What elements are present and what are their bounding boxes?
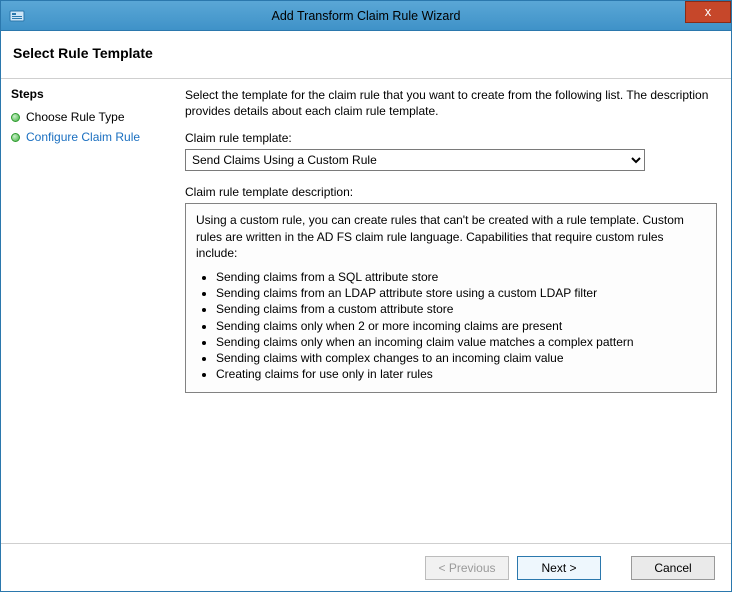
description-bullet: Sending claims with complex changes to a…	[216, 350, 706, 366]
wizard-header: Select Rule Template	[1, 31, 731, 79]
template-label: Claim rule template:	[185, 131, 717, 145]
next-button[interactable]: Next >	[517, 556, 601, 580]
claim-rule-template-select[interactable]: Send Claims Using a Custom Rule	[185, 149, 645, 171]
description-label: Claim rule template description:	[185, 185, 717, 199]
titlebar: Add Transform Claim Rule Wizard x	[1, 1, 731, 31]
step-dot-icon	[11, 133, 20, 142]
step-label: Choose Rule Type	[26, 110, 125, 124]
cancel-button[interactable]: Cancel	[631, 556, 715, 580]
steps-heading: Steps	[11, 87, 169, 101]
template-description-box: Using a custom rule, you can create rule…	[185, 203, 717, 393]
step-choose-rule-type[interactable]: Choose Rule Type	[11, 107, 169, 127]
page-title: Select Rule Template	[13, 45, 719, 61]
close-icon: x	[705, 4, 712, 19]
description-bullet-list: Sending claims from a SQL attribute stor…	[196, 269, 706, 382]
description-bullet: Sending claims only when an incoming cla…	[216, 334, 706, 350]
wizard-body: Steps Choose Rule Type Configure Claim R…	[1, 79, 731, 543]
close-button[interactable]: x	[685, 1, 731, 23]
main-pane: Select the template for the claim rule t…	[179, 79, 731, 543]
step-configure-claim-rule[interactable]: Configure Claim Rule	[11, 127, 169, 147]
window-title: Add Transform Claim Rule Wizard	[1, 9, 731, 23]
description-bullet: Sending claims from a custom attribute s…	[216, 301, 706, 317]
description-bullet: Sending claims from an LDAP attribute st…	[216, 285, 706, 301]
intro-text: Select the template for the claim rule t…	[185, 87, 717, 119]
step-dot-icon	[11, 113, 20, 122]
description-intro: Using a custom rule, you can create rule…	[196, 212, 706, 261]
step-label: Configure Claim Rule	[26, 130, 140, 144]
steps-pane: Steps Choose Rule Type Configure Claim R…	[1, 79, 179, 543]
app-icon	[9, 8, 25, 24]
description-bullet: Sending claims from a SQL attribute stor…	[216, 269, 706, 285]
description-bullet: Creating claims for use only in later ru…	[216, 366, 706, 382]
wizard-footer: < Previous Next > Cancel	[1, 543, 731, 591]
previous-button: < Previous	[425, 556, 509, 580]
description-bullet: Sending claims only when 2 or more incom…	[216, 318, 706, 334]
